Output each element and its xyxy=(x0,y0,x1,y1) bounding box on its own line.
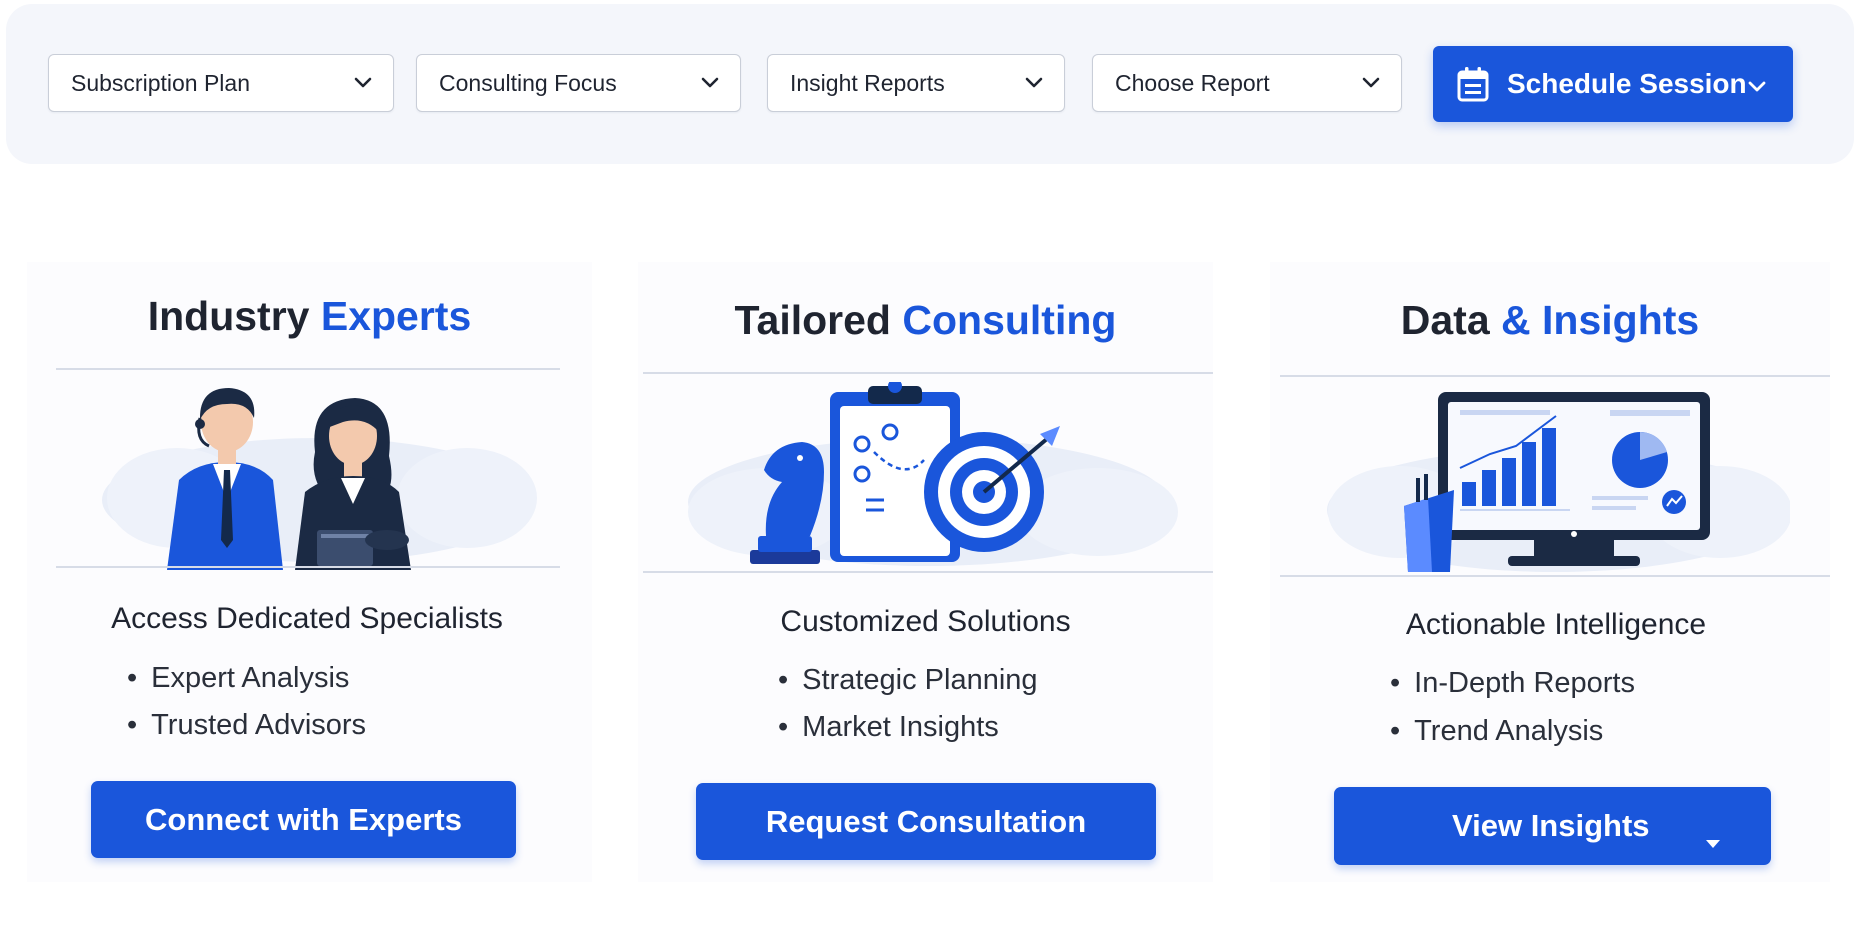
divider xyxy=(643,571,1213,573)
card-title-accent: Experts xyxy=(320,293,472,339)
caret-down-icon xyxy=(1705,821,1721,857)
tailored-consulting-card: Tailored Consulting Customized Solutions… xyxy=(638,262,1213,882)
divider xyxy=(643,372,1213,374)
filter-toolbar: Subscription Plan Consulting Focus Insig… xyxy=(6,4,1854,164)
industry-experts-card: Industry Experts Access Dedicated Specia… xyxy=(27,262,592,882)
chevron-down-icon xyxy=(700,73,720,93)
dropdown-label: Consulting Focus xyxy=(439,69,617,96)
view-insights-label: View Insights xyxy=(1452,808,1650,843)
divider xyxy=(1280,375,1830,377)
card-title-text: Industry xyxy=(147,293,321,339)
divider xyxy=(1280,575,1830,577)
card-title-text: Tailored xyxy=(734,297,903,343)
card-subtitle: Customized Solutions xyxy=(780,605,1071,638)
schedule-session-button[interactable]: Schedule Session xyxy=(1433,46,1793,122)
strategy-illustration xyxy=(678,379,1178,572)
schedule-session-label: Schedule Session xyxy=(1507,68,1747,99)
card-subtitle: Access Dedicated Specialists xyxy=(111,602,503,635)
bullet-item: In-Depth Reports xyxy=(1390,667,1635,700)
connect-with-experts-button[interactable]: Connect with Experts xyxy=(91,781,516,858)
consulting-focus-dropdown[interactable]: Consulting Focus xyxy=(416,54,741,112)
bullet-item: Market Insights xyxy=(778,711,999,744)
chevron-down-icon xyxy=(353,73,373,93)
request-consultation-button[interactable]: Request Consultation xyxy=(696,783,1156,860)
bullet-item: Trusted Advisors xyxy=(127,709,366,742)
bullet-item: Expert Analysis xyxy=(127,662,349,695)
view-insights-button[interactable]: View Insights xyxy=(1334,787,1771,865)
card-title-accent: & Insights xyxy=(1501,297,1700,343)
subscription-plan-dropdown[interactable]: Subscription Plan xyxy=(48,54,394,112)
calendar-icon xyxy=(1457,66,1489,102)
divider xyxy=(56,566,560,568)
bullet-item: Strategic Planning xyxy=(778,664,1037,697)
bullet-item: Trend Analysis xyxy=(1390,715,1603,748)
dashboard-illustration xyxy=(1320,386,1792,576)
data-insights-card: Data & Insights Actionable Intelligence … xyxy=(1270,262,1830,882)
dropdown-label: Insight Reports xyxy=(790,69,945,96)
card-subtitle: Actionable Intelligence xyxy=(1405,608,1707,641)
chevron-down-icon xyxy=(1361,73,1381,93)
card-title-text: Data xyxy=(1400,297,1502,343)
card-title: Industry Experts xyxy=(27,293,592,340)
chevron-down-icon xyxy=(1747,68,1767,100)
card-title-accent: Consulting xyxy=(902,297,1117,343)
dropdown-label: Choose Report xyxy=(1115,69,1270,96)
choose-report-dropdown[interactable]: Choose Report xyxy=(1092,54,1402,112)
card-title: Tailored Consulting xyxy=(638,297,1213,344)
consultants-illustration xyxy=(87,380,547,570)
chevron-down-icon xyxy=(1024,73,1044,93)
divider xyxy=(56,368,560,370)
dropdown-label: Subscription Plan xyxy=(71,69,250,96)
insight-reports-dropdown[interactable]: Insight Reports xyxy=(767,54,1065,112)
card-title: Data & Insights xyxy=(1270,297,1830,344)
